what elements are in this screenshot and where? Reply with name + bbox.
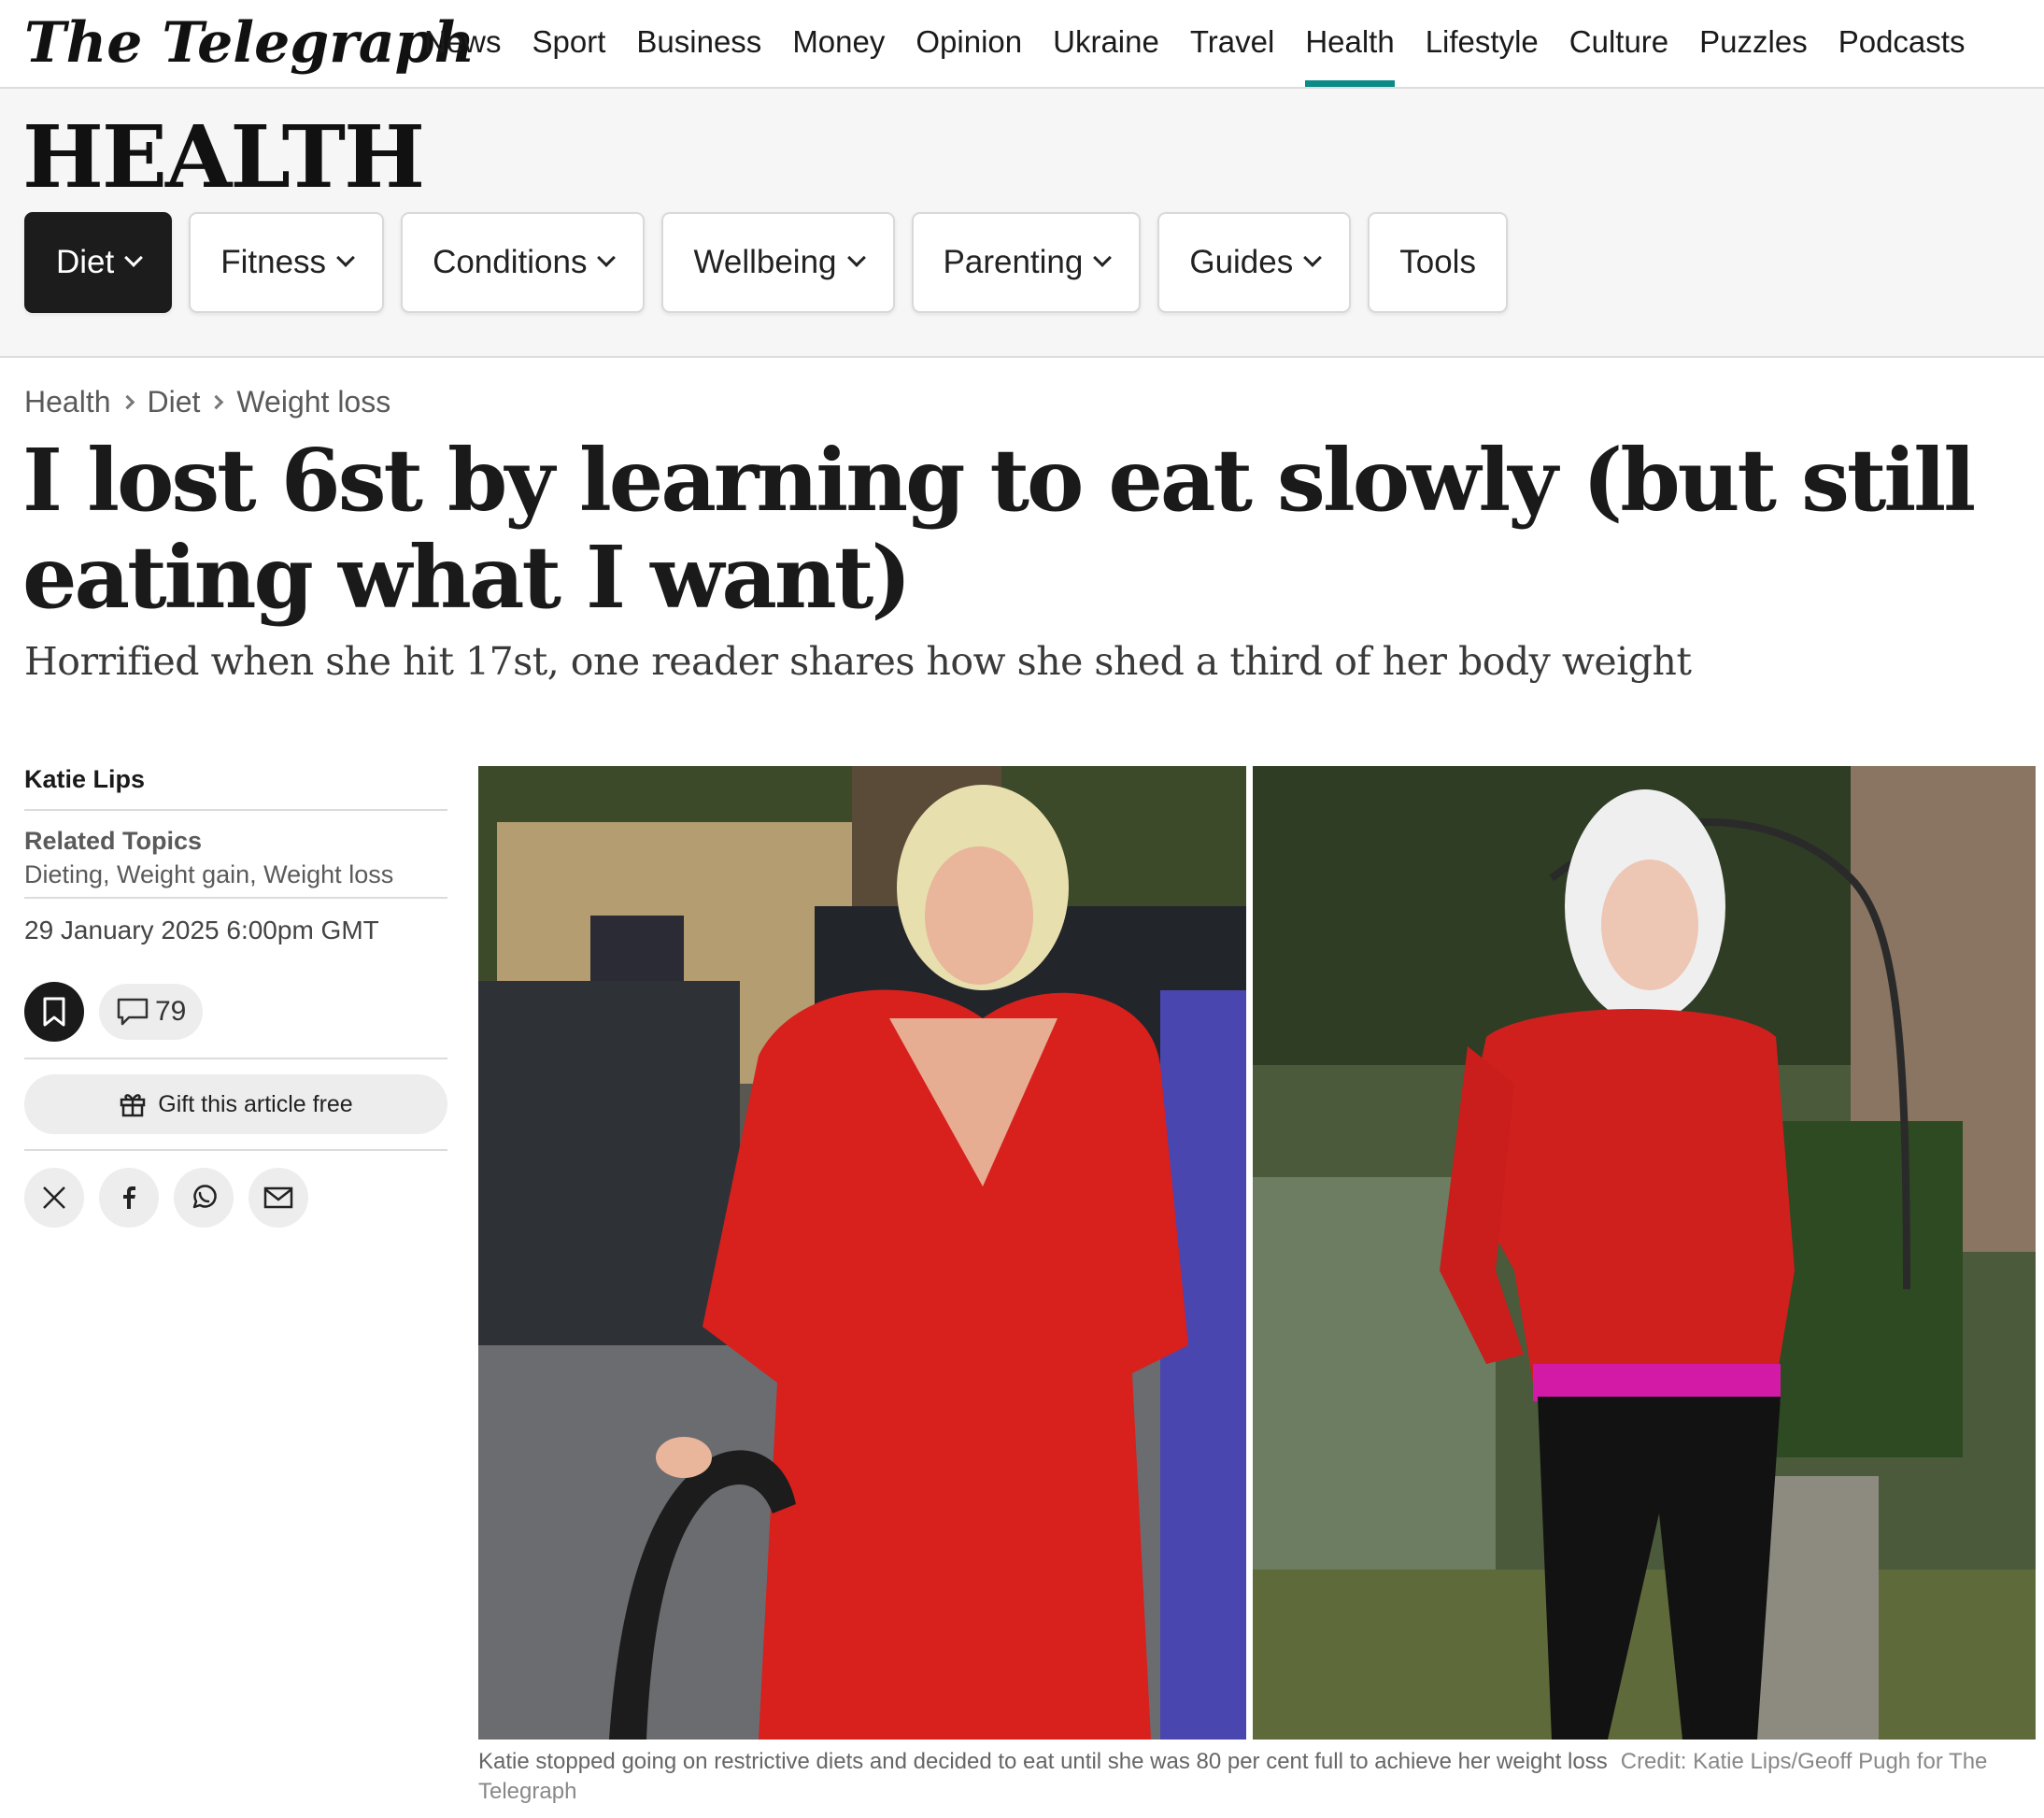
caption-text: Katie stopped going on restrictive diets…	[478, 1749, 1608, 1774]
comments-button[interactable]: 79	[99, 984, 204, 1040]
x-icon	[43, 1186, 65, 1209]
breadcrumb-item-weight-loss[interactable]: Weight loss	[236, 385, 390, 419]
bookmark-icon	[43, 997, 65, 1027]
breadcrumb: Health Diet Weight loss	[24, 385, 390, 419]
chip-conditions[interactable]: Conditions	[401, 212, 646, 313]
chevron-right-icon	[209, 394, 224, 410]
chip-tools[interactable]: Tools	[1368, 212, 1508, 313]
chevron-down-icon	[124, 249, 144, 267]
related-topics: Related Topics Dieting, Weight gain, Wei…	[24, 811, 447, 899]
facebook-icon	[123, 1186, 135, 1209]
nav-link-travel[interactable]: Travel	[1190, 0, 1274, 87]
nav-link-health[interactable]: Health	[1305, 0, 1396, 87]
main-nav: News Sport Business Money Opinion Ukraine Trav…	[424, 0, 1995, 87]
related-topics-label: Related Topics	[24, 827, 203, 855]
author-name[interactable]: Katie Lips	[24, 759, 447, 811]
photo-caption: Katie stopped going on restrictive diets…	[478, 1747, 2029, 1807]
chip-fitness[interactable]: Fitness	[189, 212, 385, 313]
chevron-down-icon	[1093, 249, 1113, 267]
comment-count: 79	[155, 996, 187, 1027]
whatsapp-icon	[192, 1185, 217, 1209]
before-photo-illustration	[478, 766, 1246, 1740]
related-topics-list[interactable]: Dieting, Weight gain, Weight loss	[24, 858, 447, 891]
gift-article-label: Gift this article free	[158, 1090, 353, 1117]
share-whatsapp-button[interactable]	[174, 1168, 234, 1228]
chevron-down-icon	[336, 249, 355, 267]
gift-section: Gift this article free	[24, 1059, 447, 1151]
after-photo-illustration	[1253, 766, 2036, 1740]
nav-link-news[interactable]: News	[424, 0, 502, 87]
telegraph-logo[interactable]: The Telegraph	[24, 6, 475, 80]
article-standfirst: Horrified when she hit 17st, one reader …	[24, 639, 1692, 684]
breadcrumb-item-diet[interactable]: Diet	[148, 385, 201, 419]
bookmark-button[interactable]	[24, 982, 84, 1042]
publish-date: 29 January 2025 6:00pm GMT	[24, 916, 379, 945]
chip-label: Fitness	[220, 244, 327, 280]
gift-icon	[121, 1094, 146, 1117]
top-navigation: The Telegraph News Sport Business Money Opin…	[0, 0, 2044, 89]
chip-label: Parenting	[943, 244, 1084, 280]
chip-diet[interactable]: Diet	[24, 212, 173, 313]
chip-parenting[interactable]: Parenting	[911, 212, 1142, 313]
article-actions: 79	[24, 966, 447, 1059]
chevron-down-icon	[597, 249, 617, 267]
before-photo	[478, 766, 1246, 1740]
chip-label: Diet	[56, 244, 115, 280]
chevron-down-icon	[846, 249, 866, 267]
nav-link-sport[interactable]: Sport	[532, 0, 606, 87]
chip-label: Conditions	[433, 244, 588, 280]
share-x-button[interactable]	[24, 1168, 84, 1228]
chip-label: Guides	[1189, 244, 1294, 280]
article-headline: I lost 6st by learning to eat slowly (bu…	[22, 430, 1976, 628]
section-subnav: Diet Fitness Conditions Wellbeing Parenting G…	[24, 212, 1525, 313]
nav-link-business[interactable]: Business	[636, 0, 761, 87]
nav-link-podcasts[interactable]: Podcasts	[1838, 0, 1966, 87]
chip-label: Tools	[1399, 244, 1476, 280]
section-title[interactable]: HEALTH	[22, 106, 425, 208]
nav-link-opinion[interactable]: Opinion	[916, 0, 1022, 87]
section-header: HEALTH Diet Fitness Conditions Wellbeing Par…	[0, 89, 2044, 358]
chip-wellbeing[interactable]: Wellbeing	[661, 212, 895, 313]
nav-link-money[interactable]: Money	[792, 0, 885, 87]
share-email-button[interactable]	[248, 1168, 308, 1228]
chip-label: Wellbeing	[693, 244, 837, 280]
share-buttons	[24, 1151, 447, 1228]
nav-link-culture[interactable]: Culture	[1569, 0, 1668, 87]
nav-link-lifestyle[interactable]: Lifestyle	[1426, 0, 1539, 87]
chip-guides[interactable]: Guides	[1157, 212, 1352, 313]
share-facebook-button[interactable]	[99, 1168, 159, 1228]
chevron-down-icon	[1303, 249, 1323, 267]
breadcrumb-item-health[interactable]: Health	[24, 385, 111, 419]
comment-icon	[117, 998, 149, 1026]
gift-article-button[interactable]: Gift this article free	[24, 1074, 447, 1134]
after-photo	[1253, 766, 2036, 1740]
chevron-right-icon	[120, 394, 135, 410]
nav-link-puzzles[interactable]: Puzzles	[1699, 0, 1808, 87]
nav-link-ukraine[interactable]: Ukraine	[1053, 0, 1159, 87]
article-meta-sidebar: Katie Lips Related Topics Dieting, Weigh…	[24, 759, 447, 1228]
email-icon	[263, 1186, 293, 1209]
